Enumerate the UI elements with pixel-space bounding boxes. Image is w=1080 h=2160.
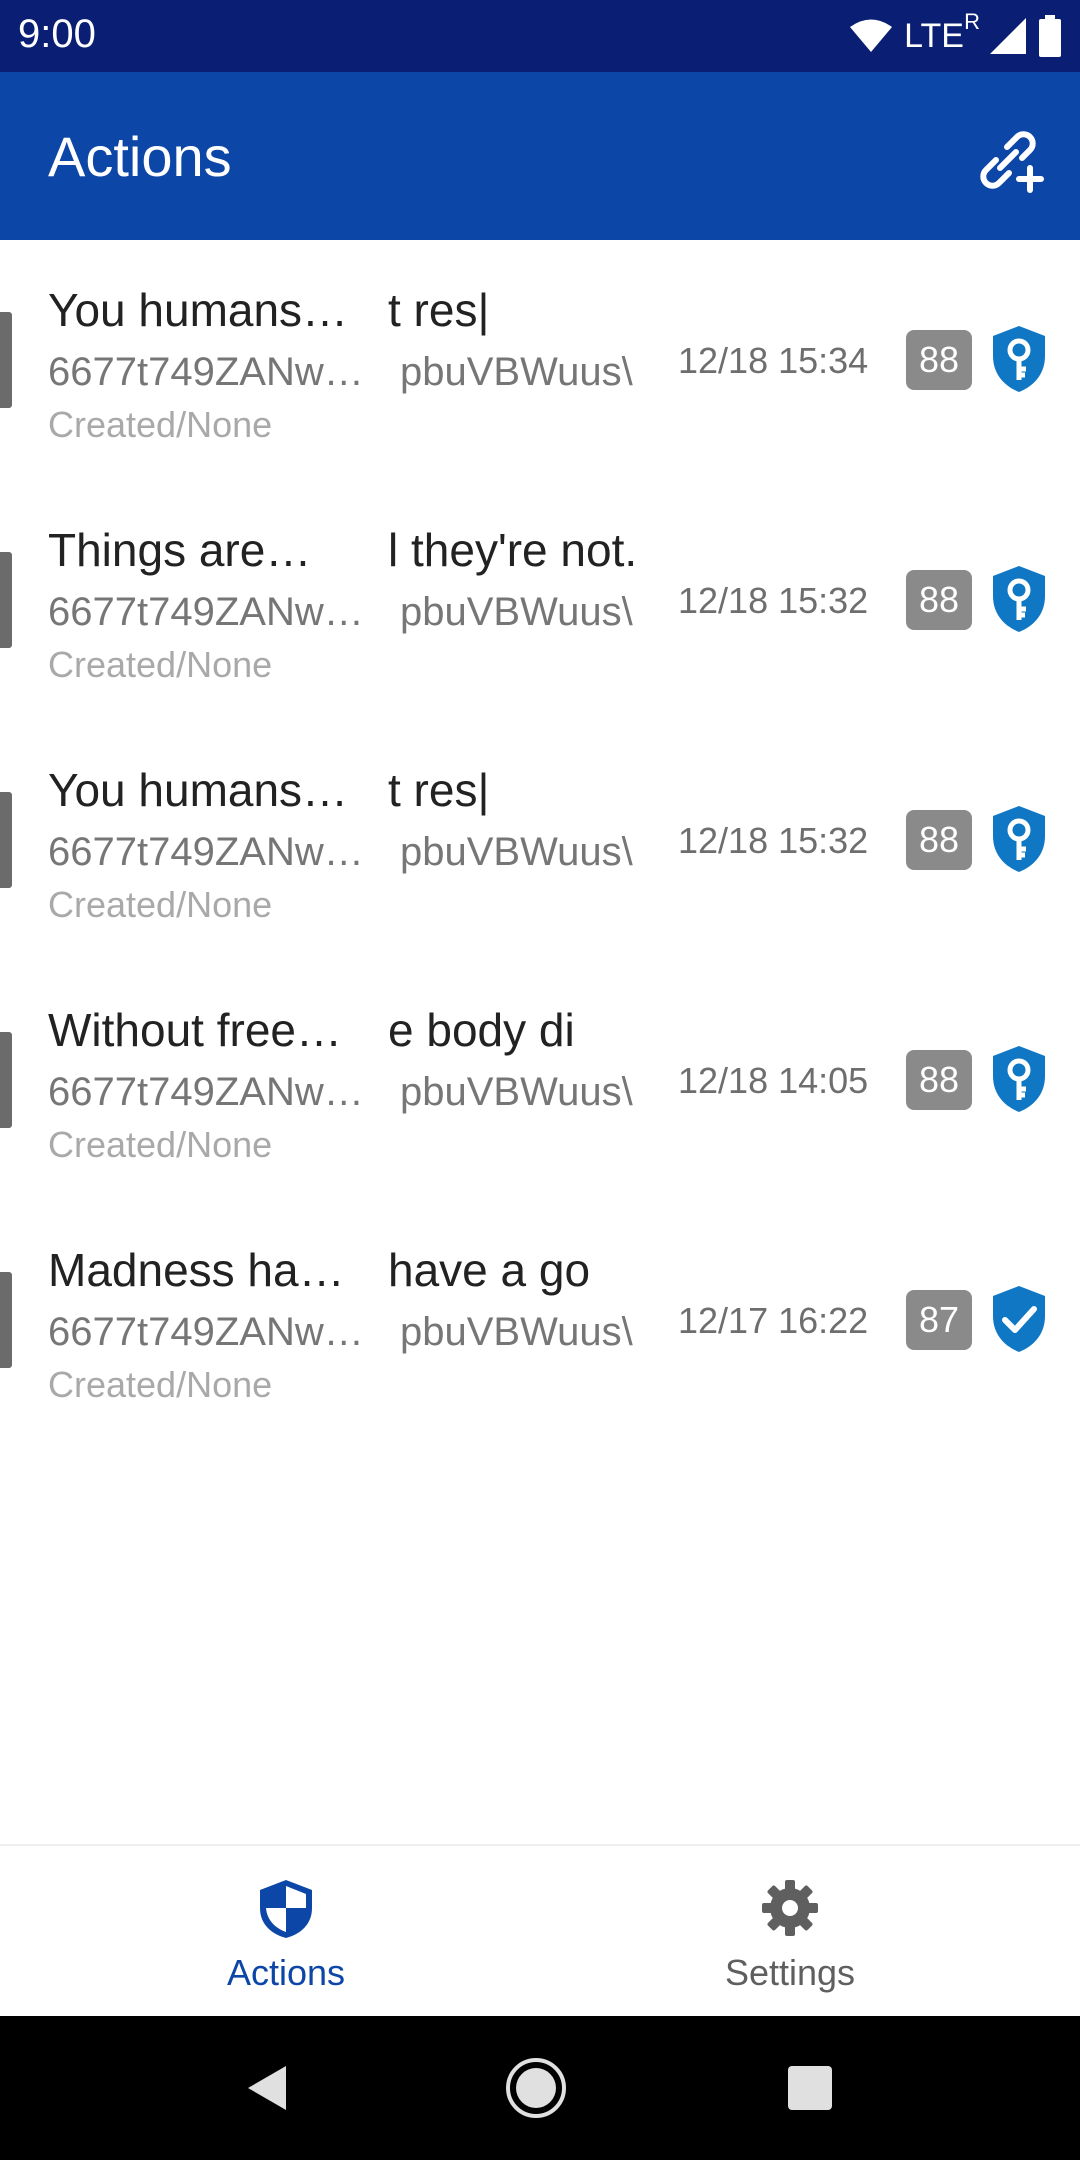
system-nav-bar [0,2016,1080,2160]
signal-icon [990,18,1026,54]
count-badge: 88 [906,570,972,630]
action-meta: Created/None [48,644,273,685]
nav-settings-label: Settings [724,1952,856,1993]
wifi-icon [850,19,893,52]
action-id: 6677t749ZANw… pbuVBWuus\ [48,1309,633,1354]
nav-actions[interactable]: Actions [16,1846,556,2018]
list-item[interactable]: Without free… e body di 6677t749ZANw… pbuV… [0,960,1080,1200]
add-link-icon[interactable] [972,124,1044,196]
home-icon[interactable] [504,2056,568,2120]
action-date: 12/18 15:34 [678,340,869,381]
row-marker [0,312,12,408]
status-time: 9:00 [18,12,96,56]
count-badge: 87 [906,1290,972,1350]
list-item[interactable]: Madness ha… have a go 6677t749ZANw… pbuVBW… [0,1200,1080,1440]
action-date: 12/18 15:32 [678,580,869,621]
action-title: You humans… t res| [48,284,490,336]
back-icon[interactable] [236,2056,300,2120]
action-id: 6677t749ZANw… pbuVBWuus\ [48,829,633,874]
status-bar: 9:00 LTE R [0,0,1080,72]
action-date: 12/18 15:32 [678,820,869,861]
nav-settings[interactable]: Settings [520,1846,1060,2018]
status-icons: LTE R [848,8,1062,58]
row-marker [0,552,12,648]
row-marker [0,1272,12,1368]
battery-icon [1039,15,1061,57]
action-title: Without free… e body di [48,1004,575,1056]
shield-key-icon [993,566,1045,632]
page-title: Actions [48,125,232,188]
list-item[interactable]: You humans… t res| 6677t749ZANw… pbuVBWuus… [0,720,1080,960]
action-meta: Created/None [48,404,273,445]
bottom-nav: Actions Settings [0,1844,1080,2016]
action-title: Things are… l they're not. [48,524,638,576]
action-date: 12/18 14:05 [678,1060,869,1101]
action-id: 6677t749ZANw… pbuVBWuus\ [48,589,633,634]
shield-check-icon [993,1286,1045,1352]
row-marker [0,1032,12,1128]
shield-key-icon [993,1046,1045,1112]
action-date: 12/17 16:22 [678,1300,869,1341]
action-title: Madness ha… have a go [48,1244,591,1296]
count-badge: 88 [906,330,972,390]
gear-icon [762,1880,818,1936]
list-item[interactable]: Things are… l they're not. 6677t749ZANw… p… [0,480,1080,720]
action-meta: Created/None [48,884,273,925]
action-id: 6677t749ZANw… pbuVBWuus\ [48,1069,633,1114]
action-meta: Created/None [48,1364,273,1405]
app-bar: Actions [0,72,1080,240]
actions-list: You humans… t res| 6677t749ZANw… pbuVBWuus… [0,240,1080,1440]
shield-key-icon [993,806,1045,872]
action-title: You humans… t res| [48,764,490,816]
action-id: 6677t749ZANw… pbuVBWuus\ [48,349,633,394]
shield-icon [260,1880,312,1938]
action-meta: Created/None [48,1124,273,1165]
recents-icon[interactable] [778,2056,842,2120]
nav-actions-label: Actions [226,1952,346,1993]
row-marker [0,792,12,888]
network-label: LTE R [904,8,980,55]
list-item[interactable]: You humans… t res| 6677t749ZANw… pbuVBWuus… [0,240,1080,480]
count-badge: 88 [906,810,972,870]
shield-key-icon [993,326,1045,392]
count-badge: 88 [906,1050,972,1110]
